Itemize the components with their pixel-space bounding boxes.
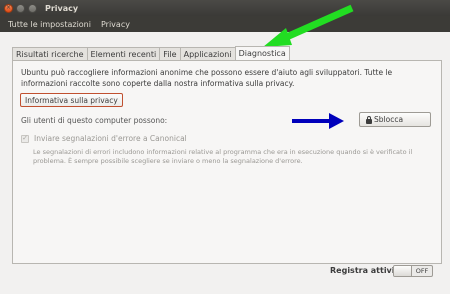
tab-diagnostics[interactable]: Diagnostica — [234, 46, 290, 60]
error-reports-checkbox[interactable]: ✓ — [21, 134, 29, 143]
all-settings-button[interactable]: Tutte le impostazioni — [8, 20, 91, 29]
main-content: Risultati ricerche Elementi recenti File… — [0, 32, 450, 294]
window-titlebar: × Privacy — [0, 0, 450, 16]
breadcrumb: Tutte le impostazioni Privacy — [0, 16, 450, 32]
unlock-button[interactable]: Sblocca — [359, 112, 431, 127]
toggle-knob[interactable] — [394, 266, 412, 276]
minimize-icon[interactable] — [16, 3, 25, 13]
close-icon[interactable]: × — [4, 3, 13, 13]
tab-recent-items[interactable]: Elementi recenti — [86, 47, 161, 60]
close-glyph: × — [5, 4, 12, 11]
lock-icon — [366, 116, 372, 124]
window-title: Privacy — [45, 3, 79, 13]
tab-applications[interactable]: Applicazioni — [179, 47, 236, 60]
error-reports-row: ✓ Inviare segnalazioni d'errore a Canoni… — [21, 134, 187, 143]
record-activity-toggle[interactable]: OFF — [393, 265, 433, 277]
breadcrumb-current: Privacy — [100, 19, 130, 29]
diagnostics-description: Ubuntu può raccogliere informazioni anon… — [21, 68, 393, 88]
users-permissions-label: Gli utenti di questo computer possono: — [21, 116, 168, 125]
window-controls: × — [4, 3, 37, 13]
tab-search-results[interactable]: Risultati ricerche — [12, 47, 88, 60]
diagnostics-panel: Ubuntu può raccogliere informazioni anon… — [12, 60, 442, 264]
toggle-state: OFF — [415, 267, 429, 275]
error-reports-label: Inviare segnalazioni d'errore a Canonica… — [34, 134, 187, 143]
tab-bar: Risultati ricerche Elementi recenti File… — [12, 46, 290, 60]
tab-files[interactable]: File — [159, 47, 181, 60]
unlock-button-label: Sblocca — [374, 115, 404, 124]
privacy-policy-button[interactable]: Informativa sulla privacy — [20, 93, 123, 107]
maximize-icon[interactable] — [28, 3, 37, 13]
error-reports-description: Le segnalazioni di errori includono info… — [33, 148, 413, 165]
checkmark-icon: ✓ — [22, 134, 28, 142]
